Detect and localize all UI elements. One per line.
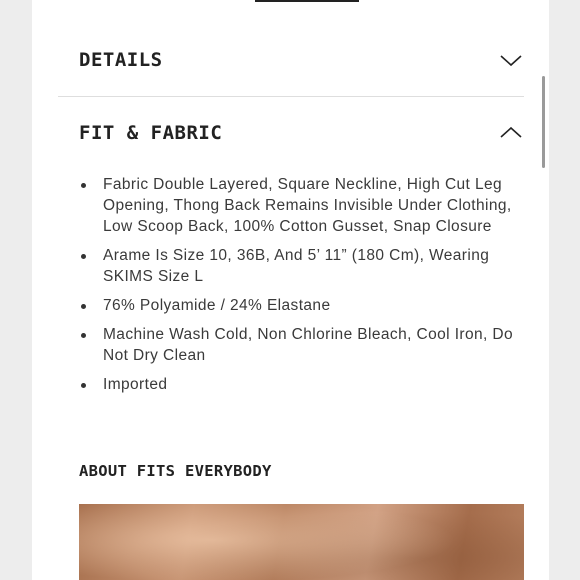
bullet-icon bbox=[81, 183, 86, 188]
list-item: Machine Wash Cold, Non Chlorine Bleach, … bbox=[77, 324, 527, 366]
bullet-icon bbox=[81, 333, 86, 338]
list-item-text: Imported bbox=[103, 376, 168, 393]
scrollbar-thumb[interactable] bbox=[542, 76, 545, 168]
fit-fabric-title: FIT & FABRIC bbox=[79, 122, 223, 144]
list-item: 76% Polyamide / 24% Elastane bbox=[77, 295, 527, 316]
list-item: Fabric Double Layered, Square Neckline, … bbox=[77, 174, 527, 237]
bullet-icon bbox=[81, 383, 86, 388]
fit-fabric-list: Fabric Double Layered, Square Neckline, … bbox=[77, 174, 527, 403]
active-tab-indicator bbox=[255, 0, 359, 2]
fit-fabric-accordion-header[interactable]: FIT & FABRIC bbox=[79, 113, 524, 153]
list-item-text: Machine Wash Cold, Non Chlorine Bleach, … bbox=[103, 326, 514, 364]
list-item-text: 76% Polyamide / 24% Elastane bbox=[103, 297, 331, 314]
details-accordion-header[interactable]: DETAILS bbox=[79, 40, 524, 80]
chevron-up-icon[interactable] bbox=[498, 124, 524, 142]
details-title: DETAILS bbox=[79, 49, 163, 71]
bullet-icon bbox=[81, 254, 86, 259]
product-image bbox=[79, 504, 524, 580]
section-divider bbox=[58, 96, 524, 97]
chevron-down-icon[interactable] bbox=[498, 51, 524, 69]
list-item: Arame Is Size 10, 36B, And 5’ 11” (180 C… bbox=[77, 245, 527, 287]
list-item-text: Arame Is Size 10, 36B, And 5’ 11” (180 C… bbox=[103, 247, 490, 285]
bullet-icon bbox=[81, 304, 86, 309]
list-item: Imported bbox=[77, 374, 527, 395]
about-section-title: ABOUT FITS EVERYBODY bbox=[79, 462, 272, 480]
list-item-text: Fabric Double Layered, Square Neckline, … bbox=[103, 176, 512, 235]
product-detail-page: DETAILS FIT & FABRIC Fabric Double Layer… bbox=[32, 0, 549, 580]
